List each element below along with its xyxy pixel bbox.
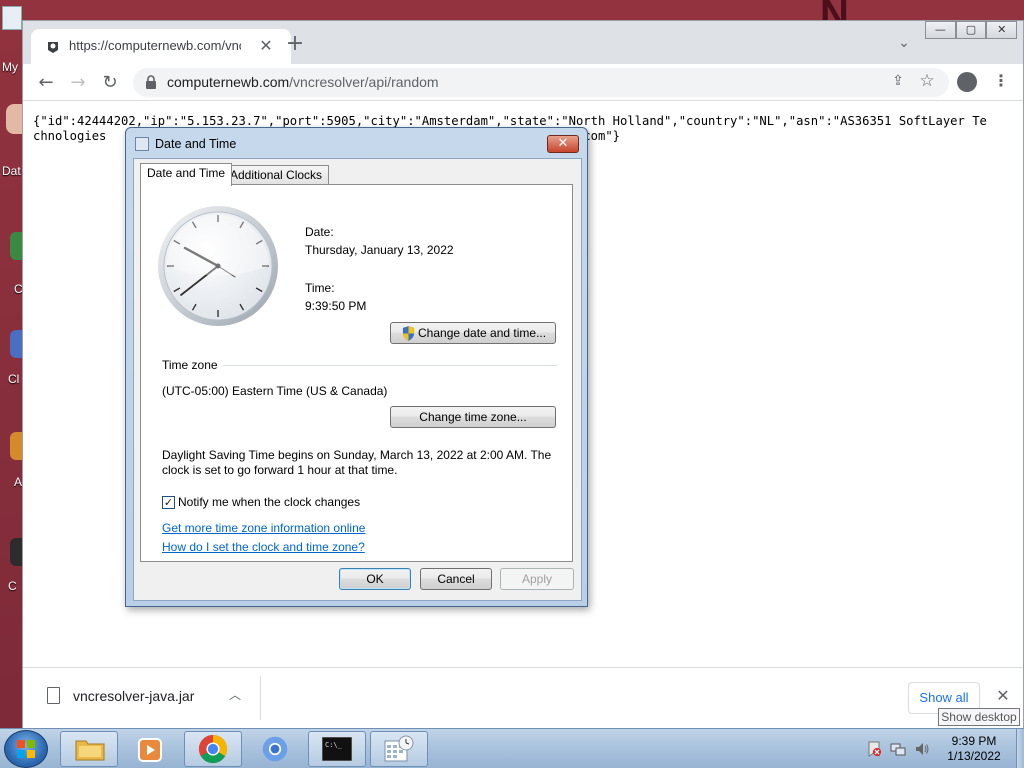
close-download-bar-icon[interactable]: ✕ bbox=[993, 686, 1013, 706]
time-zone-info-link[interactable]: Get more time zone information online bbox=[162, 521, 365, 535]
command-prompt-icon: C:\_ bbox=[322, 737, 352, 761]
tab-panel: Date: Thursday, January 13, 2022 Time: 9… bbox=[140, 184, 573, 562]
time-zone-header: Time zone bbox=[162, 358, 218, 372]
windows-logo-icon bbox=[17, 740, 35, 758]
favicon-icon bbox=[48, 42, 58, 53]
desktop-icon-label: Dat bbox=[2, 164, 21, 178]
tab-title: https://computernewb.com/vncr bbox=[69, 38, 241, 53]
forward-icon[interactable]: → bbox=[65, 70, 91, 96]
clock-time: 9:39 PM bbox=[951, 734, 997, 748]
desktop-icon[interactable] bbox=[10, 538, 22, 566]
start-button[interactable] bbox=[4, 730, 48, 768]
shield-icon bbox=[402, 326, 415, 341]
date-time-dialog: Date and Time ✕ Date and Time Additional… bbox=[125, 127, 588, 607]
maximize-button[interactable]: ▢ bbox=[955, 21, 987, 39]
notify-label: Notify me when the clock changes bbox=[178, 495, 361, 509]
desktop-icon[interactable] bbox=[10, 432, 22, 460]
dialog-body: Date and Time Additional Clocks Date: Th… bbox=[133, 158, 582, 601]
change-date-time-button[interactable]: Change date and time... bbox=[390, 322, 556, 344]
desktop-icon[interactable] bbox=[2, 6, 22, 30]
how-to-set-clock-link[interactable]: How do I set the clock and time zone? bbox=[162, 540, 365, 554]
desktop-icon[interactable] bbox=[6, 104, 22, 134]
taskbar-clock[interactable]: 9:39 PM 1/13/2022 bbox=[940, 734, 1008, 764]
show-desktop-tooltip: Show desktop bbox=[938, 708, 1020, 726]
taskbar-explorer-button[interactable] bbox=[60, 731, 118, 767]
svg-text:C:\_: C:\_ bbox=[325, 741, 343, 749]
tab-close-icon[interactable]: ✕ bbox=[255, 35, 277, 57]
profile-avatar-icon[interactable] bbox=[957, 72, 977, 92]
close-window-button[interactable]: ✕ bbox=[986, 21, 1018, 39]
new-tab-button[interactable]: + bbox=[283, 33, 307, 57]
desktop-icon[interactable] bbox=[10, 232, 22, 260]
tab-date-and-time[interactable]: Date and Time bbox=[140, 163, 233, 186]
download-item[interactable]: vncresolver-java.jar ︿ bbox=[41, 680, 261, 714]
dst-info-line2: clock is set to go forward 1 hour at tha… bbox=[162, 463, 398, 477]
taskbar-chromium-button[interactable] bbox=[246, 731, 304, 767]
address-bar[interactable]: computernewb.com/vncresolver/api/random … bbox=[133, 68, 949, 97]
taskbar-cmd-button[interactable]: C:\_ bbox=[308, 731, 366, 767]
volume-icon[interactable] bbox=[914, 741, 930, 757]
time-label: Time: bbox=[305, 281, 335, 295]
url-text[interactable]: computernewb.com/vncresolver/api/random bbox=[167, 74, 439, 90]
clock-date: 1/13/2022 bbox=[947, 749, 1001, 763]
bookmark-star-icon[interactable]: ☆ bbox=[917, 71, 937, 91]
desktop-icon-label: C bbox=[8, 579, 17, 593]
taskbar-media-player-button[interactable] bbox=[122, 731, 180, 767]
system-tray bbox=[866, 735, 936, 763]
desktop-icon-label: A bbox=[14, 475, 23, 489]
taskbar: C:\_ 9:39 PM 1/13/2022 bbox=[0, 728, 1024, 768]
ok-button[interactable]: OK bbox=[339, 568, 411, 590]
share-icon[interactable]: ⇪ bbox=[889, 73, 907, 91]
dst-info-line1: Daylight Saving Time begins on Sunday, M… bbox=[162, 448, 552, 462]
desktop-icon-label: My bbox=[2, 60, 18, 74]
notify-checkbox[interactable]: ✓ bbox=[162, 496, 175, 509]
change-time-zone-button[interactable]: Change time zone... bbox=[390, 406, 556, 428]
calendar-clock-icon bbox=[384, 735, 414, 762]
desktop-icon[interactable] bbox=[10, 330, 22, 358]
browser-toolbar: ← → ↻ computernewb.com/vncresolver/api/r… bbox=[23, 64, 1023, 101]
change-date-time-label: Change date and time... bbox=[418, 326, 547, 340]
back-icon[interactable]: ← bbox=[33, 70, 59, 96]
time-value: 9:39:50 PM bbox=[305, 299, 367, 313]
chrome-icon bbox=[198, 734, 228, 764]
divider bbox=[223, 365, 557, 366]
chromium-icon bbox=[262, 736, 288, 762]
date-label: Date: bbox=[305, 225, 334, 239]
taskbar-date-time-button[interactable] bbox=[370, 731, 428, 767]
folder-icon bbox=[75, 740, 105, 761]
analog-clock-icon bbox=[158, 206, 278, 326]
dialog-title: Date and Time bbox=[155, 137, 237, 151]
taskbar-chrome-button[interactable] bbox=[184, 731, 242, 767]
network-icon[interactable] bbox=[890, 741, 906, 757]
media-player-icon bbox=[138, 738, 162, 762]
reload-icon[interactable]: ↻ bbox=[97, 70, 123, 96]
cancel-button[interactable]: Cancel bbox=[420, 568, 492, 590]
date-value: Thursday, January 13, 2022 bbox=[305, 243, 454, 257]
show-desktop-button[interactable] bbox=[1016, 729, 1024, 768]
url-path: /vncresolver/api/random bbox=[289, 74, 439, 90]
apply-button[interactable]: Apply bbox=[500, 568, 574, 590]
tab-additional-clocks[interactable]: Additional Clocks bbox=[223, 165, 330, 185]
dialog-close-button[interactable]: ✕ bbox=[547, 135, 579, 153]
url-host: computernewb.com bbox=[167, 74, 290, 90]
clock-icon bbox=[135, 137, 149, 151]
tab-strip: https://computernewb.com/vncr ✕ + ⌄ — ▢ … bbox=[23, 21, 1023, 64]
download-file-name: vncresolver-java.jar bbox=[73, 688, 195, 704]
download-bar: vncresolver-java.jar ︿ Show all ✕ bbox=[23, 667, 1023, 729]
minimize-button[interactable]: — bbox=[925, 21, 956, 39]
window-controls: — ▢ ✕ bbox=[925, 21, 1018, 39]
desktop-icon-label: Cl bbox=[8, 372, 20, 386]
chevron-up-icon[interactable]: ︿ bbox=[229, 686, 241, 703]
lock-icon[interactable] bbox=[145, 75, 157, 89]
divider bbox=[260, 676, 261, 720]
menu-kebab-icon[interactable]: ⋮ bbox=[993, 72, 1009, 92]
tab-search-icon[interactable]: ⌄ bbox=[893, 35, 915, 57]
time-zone-value: (UTC-05:00) Eastern Time (US & Canada) bbox=[162, 384, 388, 398]
tab-active[interactable]: https://computernewb.com/vncr ✕ bbox=[31, 29, 291, 64]
file-icon bbox=[47, 687, 60, 704]
action-center-icon[interactable] bbox=[866, 741, 882, 757]
